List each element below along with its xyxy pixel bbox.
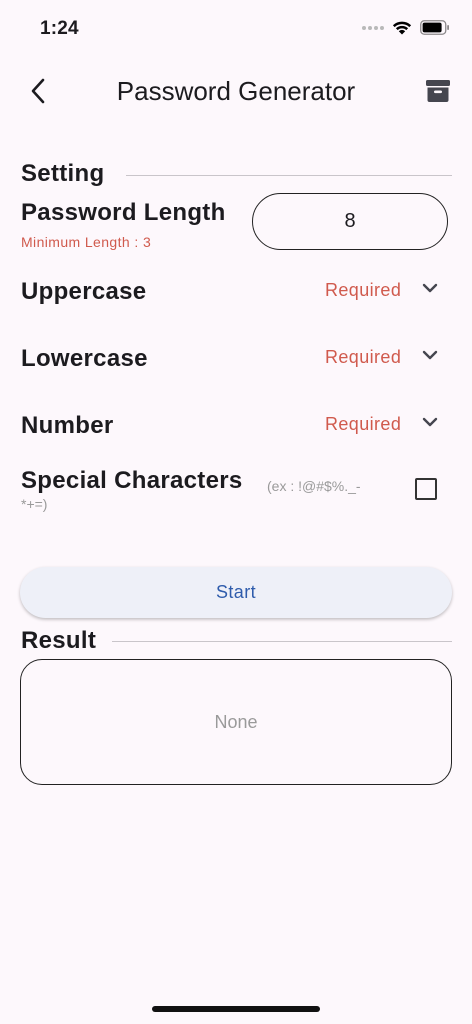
special-characters-label: Special Characters [21, 467, 243, 494]
battery-icon [420, 20, 449, 35]
status-icons [362, 20, 450, 35]
cellular-signal-icon [362, 25, 384, 30]
result-box: None [20, 659, 452, 785]
chevron-down-icon [423, 283, 438, 292]
minimum-length-hint: Minimum Length : 3 [21, 234, 152, 250]
special-characters-hint-line1: (ex : !@#$%._- [267, 478, 361, 494]
lowercase-value: Required [325, 347, 402, 367]
password-length-input[interactable]: 8 [252, 193, 448, 250]
number-select[interactable]: Required [325, 414, 441, 435]
chevron-down-icon [423, 350, 438, 359]
setting-section-title: Setting [21, 160, 105, 187]
start-button[interactable]: Start [20, 567, 452, 618]
chevron-down-icon [423, 417, 438, 426]
status-time: 1:24 [40, 18, 79, 39]
setting-divider [126, 175, 452, 176]
number-label: Number [21, 412, 114, 439]
result-divider [112, 641, 452, 642]
page-title: Password Generator [116, 76, 356, 106]
uppercase-value: Required [325, 280, 402, 300]
home-indicator[interactable] [152, 1006, 320, 1012]
special-characters-checkbox[interactable] [415, 478, 437, 500]
uppercase-select[interactable]: Required [325, 280, 441, 301]
special-characters-hint-line2: *+=) [21, 496, 48, 512]
result-section-title: Result [21, 627, 97, 654]
password-length-label: Password Length [21, 199, 226, 226]
archive-icon [426, 80, 450, 102]
lowercase-select[interactable]: Required [325, 347, 441, 368]
uppercase-label: Uppercase [21, 278, 147, 305]
lowercase-label: Lowercase [21, 345, 148, 372]
archive-button[interactable] [420, 73, 456, 109]
number-value: Required [325, 414, 402, 434]
wifi-icon [392, 21, 412, 35]
